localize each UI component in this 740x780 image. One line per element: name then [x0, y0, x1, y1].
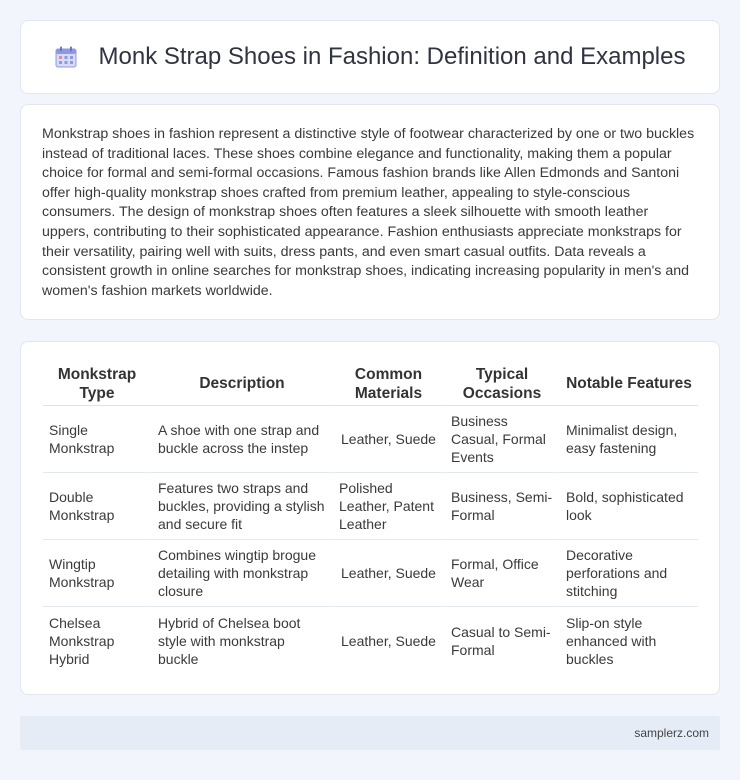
column-header: Common Materials — [332, 362, 444, 406]
table-cell: Slip-on style enhanced with buckles — [559, 607, 698, 674]
table-cell: Casual to Semi-Formal — [444, 607, 559, 674]
footer-site-link[interactable]: samplerz.com — [634, 726, 709, 740]
table-row: Double Monkstrap Features two straps and… — [43, 473, 698, 540]
column-header: Monkstrap Type — [43, 362, 151, 406]
table-header-row: Monkstrap Type Description Common Materi… — [43, 362, 698, 406]
table-cell: Business Casual, Formal Events — [444, 406, 559, 473]
table-cell: Features two straps and buckles, providi… — [151, 473, 332, 540]
intro-card: Monkstrap shoes in fashion represent a d… — [20, 104, 720, 320]
table-cell: Leather, Suede — [332, 406, 444, 473]
column-header: Typical Occasions — [444, 362, 559, 406]
table-row: Chelsea Monkstrap Hybrid Hybrid of Chels… — [43, 607, 698, 674]
footer: samplerz.com — [20, 716, 720, 750]
table-row: Single Monkstrap A shoe with one strap a… — [43, 406, 698, 473]
calendar-icon — [55, 46, 77, 68]
table-row: Wingtip Monkstrap Combines wingtip brogu… — [43, 540, 698, 607]
table-cell: A shoe with one strap and buckle across … — [151, 406, 332, 473]
table-cell: Hybrid of Chelsea boot style with monkst… — [151, 607, 332, 674]
table-cell: Chelsea Monkstrap Hybrid — [49, 614, 115, 667]
intro-paragraph: Monkstrap shoes in fashion represent a d… — [42, 126, 695, 299]
table-cell: Double Monkstrap — [43, 473, 151, 540]
column-header: Notable Features — [559, 362, 698, 406]
page-title: Monk Strap Shoes in Fashion: Definition … — [98, 43, 686, 70]
table-cell: Business, Semi-Formal — [444, 473, 559, 540]
table-cell: Wingtip Monkstrap — [43, 540, 151, 607]
header: Monk Strap Shoes in Fashion: Definition … — [55, 43, 686, 71]
monkstrap-table: Monkstrap Type Description Common Materi… — [43, 362, 698, 674]
table-cell: Formal, Office Wear — [444, 540, 559, 607]
table-cell: Polished Leather, Patent Leather — [332, 473, 444, 540]
table-cell: Combines wingtip brogue detailing with m… — [151, 540, 332, 607]
table-cell: Leather, Suede — [332, 607, 444, 674]
table-cell: Decorative perforations and stitching — [559, 540, 698, 607]
table-card: Monkstrap Type Description Common Materi… — [20, 341, 720, 695]
table-cell: Single Monkstrap — [43, 406, 151, 473]
table-cell: Leather, Suede — [332, 540, 444, 607]
header-card: Monk Strap Shoes in Fashion: Definition … — [20, 20, 720, 94]
table-cell: Bold, sophisticated look — [559, 473, 698, 540]
table-cell: Minimalist design, easy fastening — [559, 406, 698, 473]
column-header: Description — [151, 362, 332, 406]
